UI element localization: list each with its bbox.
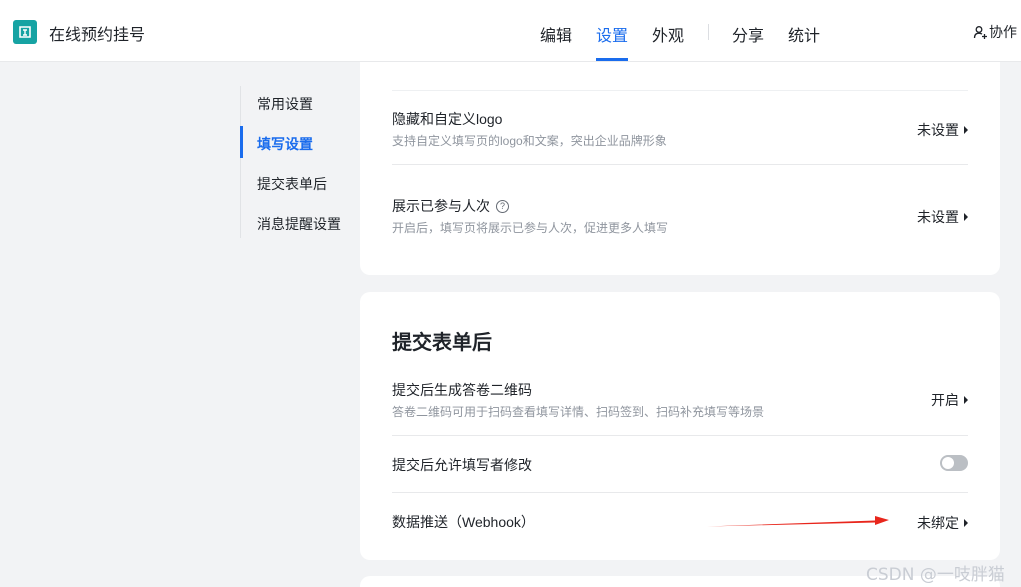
row-divider bbox=[392, 164, 968, 165]
settings-sidenav: 常用设置 填写设置 提交表单后 消息提醒设置 bbox=[240, 86, 360, 238]
caret-right-icon bbox=[964, 396, 968, 404]
top-bar: 在线预约挂号 编辑 设置 外观 分享 统计 协作 bbox=[0, 0, 1021, 62]
participant-count-value[interactable]: 未设置 bbox=[917, 207, 968, 227]
tab-statistics[interactable]: 统计 bbox=[788, 22, 820, 46]
allow-edit-toggle[interactable] bbox=[940, 455, 968, 471]
fill-settings-card: 隐藏和自定义logo 支持自定义填写页的logo和文案，突出企业品牌形象 未设置… bbox=[360, 62, 1000, 275]
tab-share[interactable]: 分享 bbox=[732, 22, 764, 46]
caret-right-icon bbox=[964, 519, 968, 527]
participant-count-status: 未设置 bbox=[917, 209, 959, 225]
qr-code-status: 开启 bbox=[931, 392, 959, 408]
section-title: 提交表单后 bbox=[392, 332, 492, 354]
qr-code-desc: 答卷二维码可用于扫码查看填写详情、扫码签到、扫码补充填写等场景 bbox=[392, 405, 765, 419]
row-divider bbox=[392, 492, 968, 493]
watermark: CSDN @一吱胖猫 bbox=[866, 565, 1005, 585]
qr-code-title: 提交后生成答卷二维码 bbox=[392, 382, 532, 398]
row-title: 数据推送（Webhook） bbox=[392, 512, 535, 532]
row-title: 提交后生成答卷二维码 bbox=[392, 380, 532, 400]
help-icon[interactable]: ? bbox=[496, 199, 509, 213]
row-title: 提交后允许填写者修改 bbox=[392, 455, 532, 475]
tab-appearance[interactable]: 外观 bbox=[652, 22, 684, 46]
caret-right-icon bbox=[964, 126, 968, 134]
sidenav-active-indicator bbox=[240, 126, 243, 158]
participant-count-desc: 开启后，填写页将展示已参与人次，促进更多人填写 bbox=[392, 221, 669, 235]
sidebar-item-after-submit[interactable]: 提交表单后 bbox=[257, 174, 327, 194]
after-submit-card: 提交表单后 提交后生成答卷二维码 答卷二维码可用于扫码查看填写详情、扫码签到、扫… bbox=[360, 292, 1000, 560]
row-divider bbox=[392, 435, 968, 436]
logo-setting-desc: 支持自定义填写页的logo和文案，突出企业品牌形象 bbox=[392, 134, 667, 148]
row-title: 展示已参与人次 ? bbox=[392, 196, 509, 216]
annotation-arrow-icon bbox=[707, 516, 889, 527]
row-title: 隐藏和自定义logo bbox=[392, 109, 502, 129]
allow-edit-title: 提交后允许填写者修改 bbox=[392, 457, 532, 473]
webhook-title: 数据推送（Webhook） bbox=[392, 514, 535, 530]
tab-settings[interactable]: 设置 bbox=[596, 22, 628, 46]
logo-setting-value[interactable]: 未设置 bbox=[917, 120, 968, 140]
sidebar-item-fill[interactable]: 填写设置 bbox=[257, 134, 313, 154]
logo-setting-status: 未设置 bbox=[917, 122, 959, 138]
nav-divider bbox=[708, 24, 709, 40]
sidebar-item-common[interactable]: 常用设置 bbox=[257, 94, 313, 114]
participant-count-title: 展示已参与人次 bbox=[392, 198, 490, 214]
caret-right-icon bbox=[964, 213, 968, 221]
form-app-icon[interactable] bbox=[13, 20, 37, 44]
toggle-knob bbox=[942, 457, 954, 469]
sidebar-item-notifications[interactable]: 消息提醒设置 bbox=[257, 214, 341, 234]
collaborate-button[interactable]: 协作 bbox=[973, 22, 1017, 42]
logo-setting-title: 隐藏和自定义logo bbox=[392, 111, 503, 127]
collaborate-label: 协作 bbox=[989, 24, 1017, 40]
qr-code-value[interactable]: 开启 bbox=[931, 390, 968, 410]
webhook-value[interactable]: 未绑定 bbox=[917, 513, 968, 533]
webhook-status: 未绑定 bbox=[917, 515, 959, 531]
app-title: 在线预约挂号 bbox=[49, 27, 146, 44]
row-divider bbox=[392, 90, 968, 91]
tab-edit[interactable]: 编辑 bbox=[540, 22, 572, 46]
active-tab-indicator bbox=[596, 58, 628, 61]
user-add-icon bbox=[973, 25, 987, 39]
